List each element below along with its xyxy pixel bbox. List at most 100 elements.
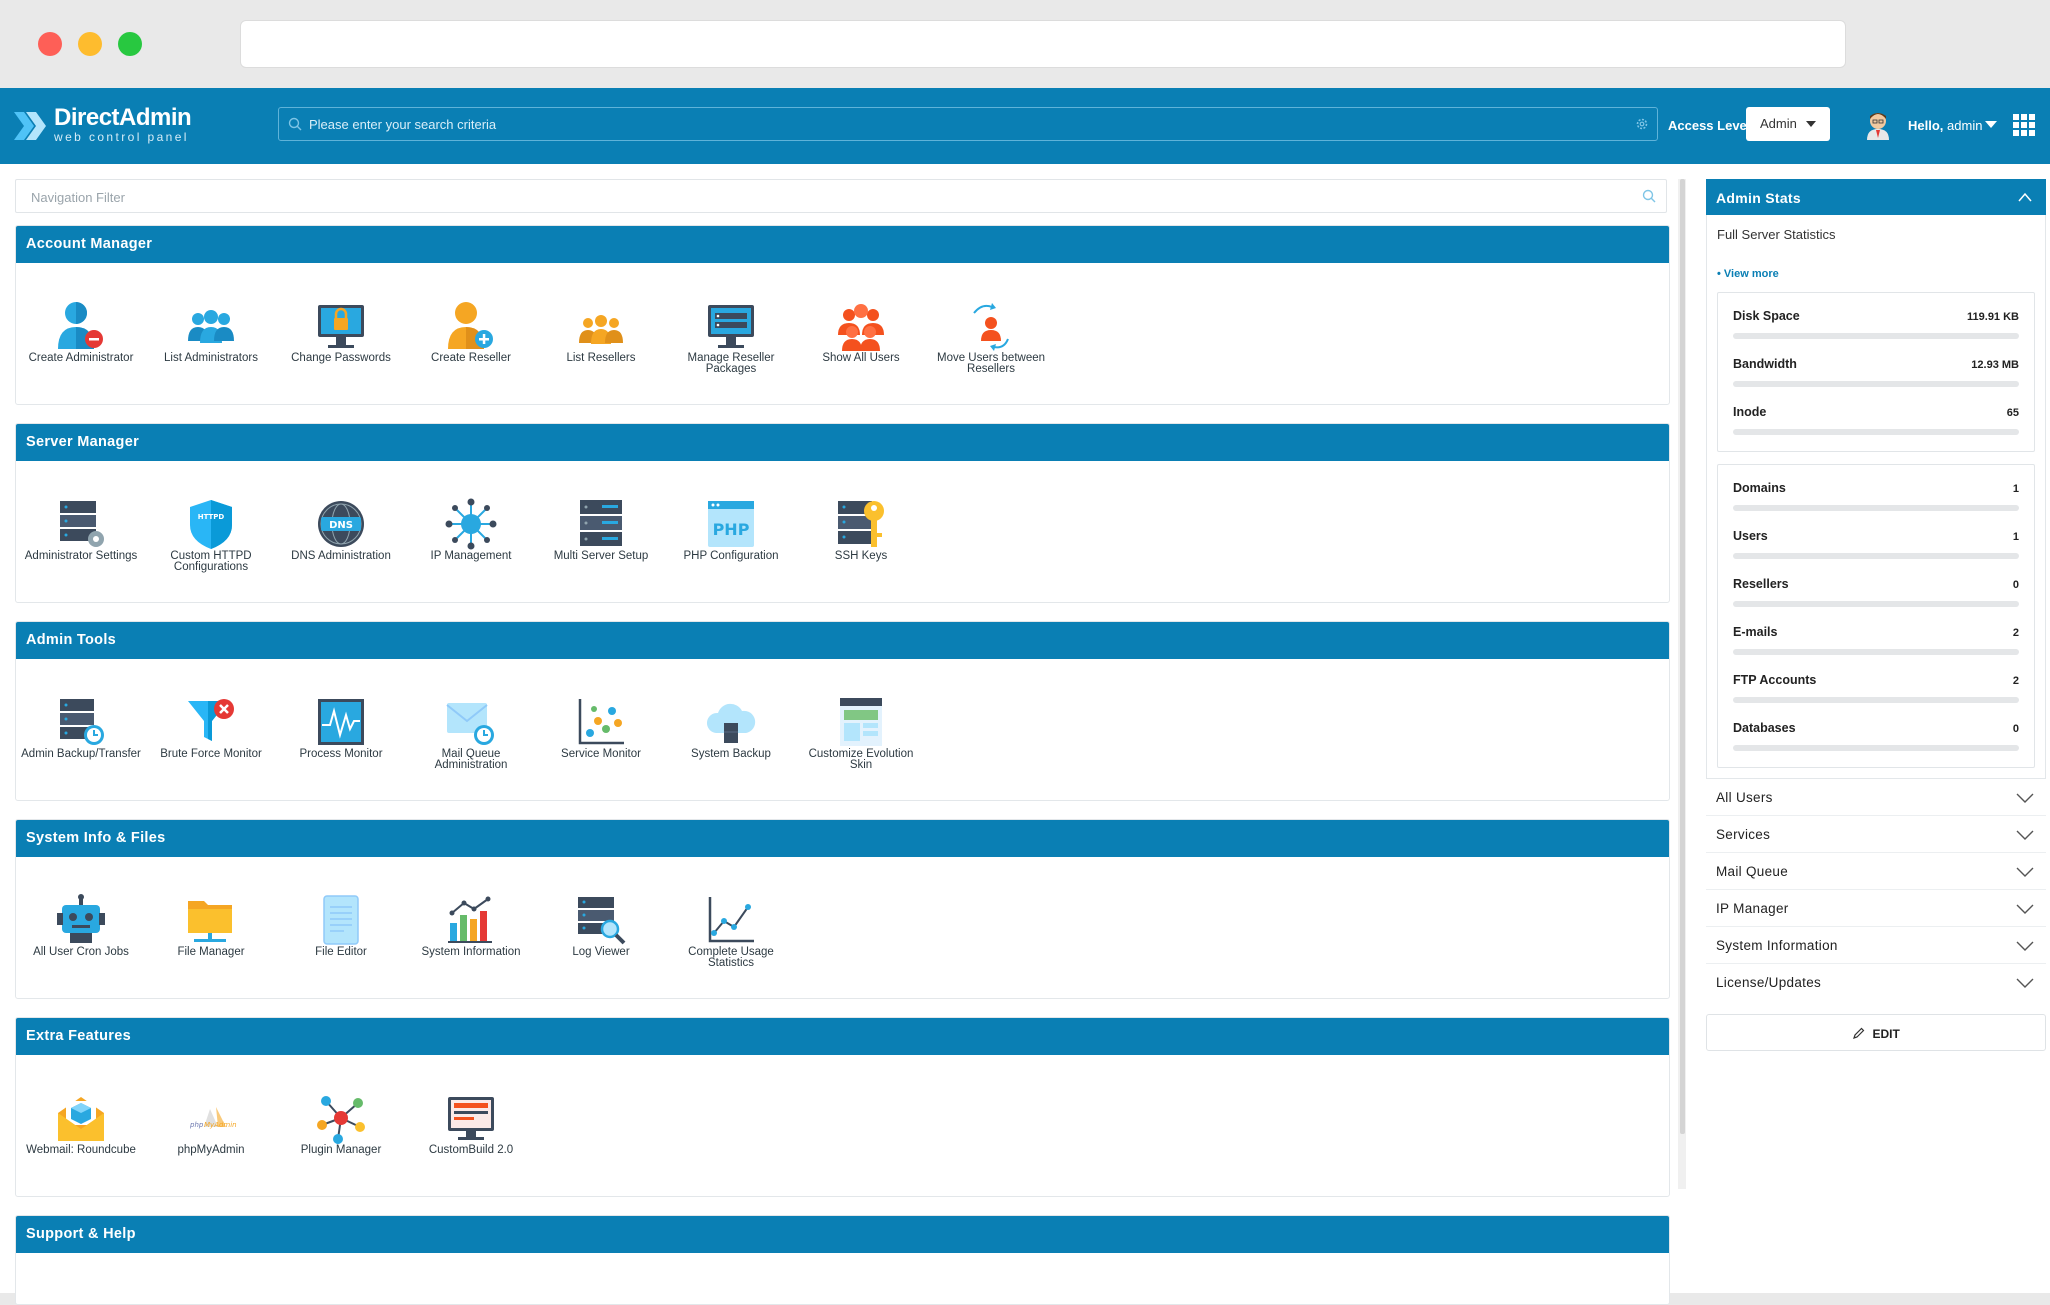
panel-system-information[interactable]: System Information — [1706, 927, 2046, 964]
logo[interactable]: DirectAdmin web control panel — [14, 104, 194, 148]
user-menu-chevron-down-icon[interactable] — [1985, 121, 1997, 128]
address-bar[interactable] — [240, 20, 1846, 68]
usage-card: Disk Space 119.91 KB Bandwidth 12.93 MB … — [1717, 292, 2035, 452]
webmail-icon — [58, 1097, 104, 1141]
log-viewer-link[interactable]: Log Viewer — [536, 893, 666, 958]
show-all-users-link[interactable]: Show All Users — [796, 299, 926, 364]
move-users-link[interactable]: Move Users between Resellers — [926, 299, 1056, 375]
panel-ip-manager[interactable]: IP Manager — [1706, 890, 2046, 927]
global-search-input[interactable]: Please enter your search criteria — [278, 107, 1658, 141]
create-reseller-link[interactable]: Create Reseller — [406, 299, 536, 364]
file-editor-icon — [323, 895, 359, 945]
system-information-link[interactable]: System Information — [406, 893, 536, 958]
custom-httpd-link[interactable]: HTTPD Custom HTTPD Configurations — [146, 497, 276, 573]
process-monitor-link[interactable]: Process Monitor — [276, 695, 406, 760]
item-label: Customize Evolution Skin — [808, 748, 914, 771]
panel-services[interactable]: Services — [1706, 816, 2046, 853]
customize-evolution-skin-link[interactable]: Customize Evolution Skin — [796, 695, 926, 771]
panel-all-users[interactable]: All Users — [1706, 779, 2046, 816]
panel-mail-queue[interactable]: Mail Queue — [1706, 853, 2046, 890]
item-label: Service Monitor — [561, 748, 641, 760]
section-title[interactable]: Extra Features — [16, 1018, 1669, 1055]
item-label: Manage Reseller Packages — [687, 352, 775, 375]
phpmyadmin-link[interactable]: php MyAdmin phpMyAdmin — [146, 1091, 276, 1156]
stat-users: Users 1 — [1733, 519, 2019, 567]
access-level-select[interactable]: Admin — [1746, 107, 1830, 141]
section-title[interactable]: Admin Tools — [16, 622, 1669, 659]
list-administrators-link[interactable]: List Administrators — [146, 299, 276, 364]
dns-administration-link[interactable]: DNS DNS Administration — [276, 497, 406, 562]
item-label: System Information — [421, 946, 521, 958]
navigation-filter-placeholder: Navigation Filter — [31, 190, 125, 205]
admin-stats-body: Full Server Statistics • View more Disk … — [1706, 215, 2046, 779]
all-users-icon — [838, 304, 884, 351]
system-info-icon — [448, 896, 492, 943]
manage-reseller-packages-link[interactable]: Manage Reseller Packages — [666, 299, 796, 375]
section-title[interactable]: Account Manager — [16, 226, 1669, 263]
httpd-icon: HTTPD — [190, 500, 232, 549]
svg-text:php: php — [189, 1121, 204, 1129]
user-greeting[interactable]: Hello, admin — [1908, 118, 1982, 133]
stat-value: 119.91 KB — [1967, 311, 2019, 323]
complete-usage-statistics-link[interactable]: Complete Usage Statistics — [666, 893, 796, 969]
webmail-roundcube-link[interactable]: Webmail: Roundcube — [16, 1091, 146, 1156]
all-user-cron-jobs-link[interactable]: All User Cron Jobs — [16, 893, 146, 958]
mail-queue-administration-link[interactable]: Mail Queue Administration — [406, 695, 536, 771]
admin-stats-header[interactable]: Admin Stats — [1706, 179, 2046, 215]
window-close-button[interactable] — [38, 32, 62, 56]
php-configuration-link[interactable]: PHP PHP Configuration — [666, 497, 796, 562]
reseller-packages-icon — [708, 305, 754, 348]
search-settings-gear-icon[interactable] — [1635, 117, 1649, 131]
window-minimize-button[interactable] — [78, 32, 102, 56]
stat-progress-bar — [1733, 601, 2019, 607]
item-label: Show All Users — [822, 352, 900, 364]
log-viewer-icon — [578, 897, 626, 945]
service-monitor-link[interactable]: Service Monitor — [536, 695, 666, 760]
panel-label: All Users — [1716, 790, 1773, 805]
multi-server-setup-link[interactable]: Multi Server Setup — [536, 497, 666, 562]
system-backup-link[interactable]: System Backup — [666, 695, 796, 760]
counts-card: Domains 1 Users 1 Resellers 0 E-mails 2 — [1717, 464, 2035, 768]
ssh-keys-link[interactable]: SSH Keys — [796, 497, 926, 562]
view-more-link[interactable]: • View more — [1717, 268, 2035, 280]
section-title[interactable]: System Info & Files — [16, 820, 1669, 857]
scrollbar-thumb[interactable] — [1680, 179, 1685, 1134]
svg-text:MyAdmin: MyAdmin — [204, 1121, 237, 1129]
item-label: IP Management — [430, 550, 512, 562]
ip-management-link[interactable]: IP Management — [406, 497, 536, 562]
item-label: Complete Usage Statistics — [688, 946, 774, 969]
stat-inode: Inode 65 — [1733, 395, 2019, 443]
list-resellers-icon — [579, 315, 623, 344]
stat-name: Bandwidth — [1733, 357, 1797, 371]
window-maximize-button[interactable] — [118, 32, 142, 56]
stat-resellers: Resellers 0 — [1733, 567, 2019, 615]
brute-force-monitor-link[interactable]: Brute Force Monitor — [146, 695, 276, 760]
change-passwords-link[interactable]: Change Passwords — [276, 299, 406, 364]
user-avatar-icon[interactable] — [1864, 110, 1892, 140]
stat-value: 0 — [2012, 579, 2019, 591]
panel-license-updates[interactable]: License/Updates — [1706, 964, 2046, 1001]
php-icon: PHP — [708, 501, 754, 547]
item-label: Process Monitor — [299, 748, 383, 760]
change-passwords-icon — [318, 305, 364, 348]
custombuild-link[interactable]: CustomBuild 2.0 — [406, 1091, 536, 1156]
access-level-value: Admin — [1760, 116, 1797, 131]
section-title[interactable]: Server Manager — [16, 424, 1669, 461]
chevron-down-icon — [2016, 904, 2034, 914]
file-editor-link[interactable]: File Editor — [276, 893, 406, 958]
custombuild-icon — [448, 1097, 494, 1140]
edit-button[interactable]: EDIT — [1706, 1014, 2046, 1051]
brute-force-icon — [188, 699, 234, 741]
list-resellers-link[interactable]: List Resellers — [536, 299, 666, 364]
plugin-manager-link[interactable]: Plugin Manager — [276, 1091, 406, 1156]
item-label: System Backup — [691, 748, 771, 760]
chevron-up-icon[interactable] — [2018, 192, 2032, 202]
apps-grid-icon[interactable] — [2013, 114, 2035, 136]
file-manager-link[interactable]: File Manager — [146, 893, 276, 958]
navigation-filter-input[interactable]: Navigation Filter — [15, 179, 1667, 213]
create-administrator-link[interactable]: Create Administrator — [16, 299, 146, 364]
administrator-settings-link[interactable]: Administrator Settings — [16, 497, 146, 562]
section-title[interactable]: Support & Help — [16, 1216, 1669, 1253]
admin-backup-transfer-link[interactable]: Admin Backup/Transfer — [16, 695, 146, 760]
stat-ftp-accounts: FTP Accounts 2 — [1733, 663, 2019, 711]
